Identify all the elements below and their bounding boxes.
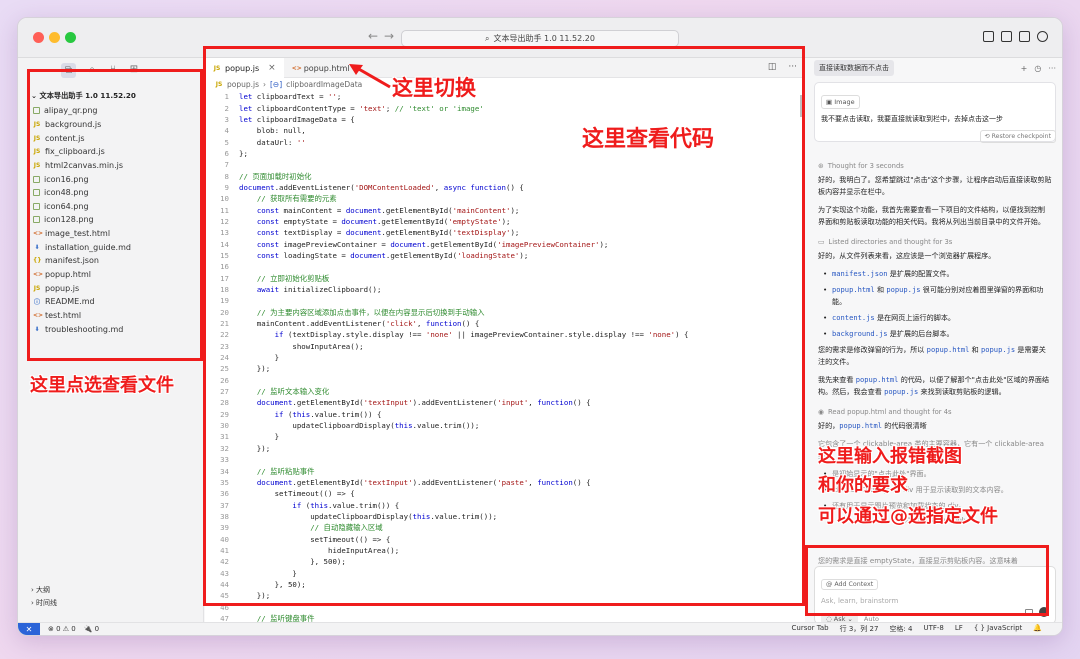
line-ending[interactable]: LF xyxy=(955,624,963,634)
list-item-text: 是扩展的后台脚本。 xyxy=(887,329,954,338)
thought-label: Read popup.html and thought for 4s xyxy=(827,408,952,416)
indentation[interactable]: 空格: 4 xyxy=(889,624,912,634)
forward-arrow-icon[interactable]: → xyxy=(384,29,394,43)
restore-label: Restore checkpoint xyxy=(991,133,1051,140)
bell-icon[interactable]: 🔔 xyxy=(1033,624,1042,634)
list-item: background.js 是扩展的后台脚本。 xyxy=(806,328,1062,344)
thought-indicator[interactable]: ▭ Listed directories and thought for 3s xyxy=(806,234,1062,250)
outline-section[interactable]: › 大纲 xyxy=(18,585,203,598)
status-bar: ✕ ⊗ 0 ⚠ 0 🔌 0 Cursor Tab 行 3，列 27 空格: 4 … xyxy=(18,622,1062,635)
command-search-bar[interactable]: ⌕ 文本导出助手 1.0 11.52.20 xyxy=(401,30,679,47)
annotation-switch: 这里切换 xyxy=(392,76,476,100)
inline-code[interactable]: popup.html xyxy=(927,345,970,354)
thought-label: Listed directories and thought for 3s xyxy=(828,238,953,246)
list-item-text: 是在网页上运行的脚本。 xyxy=(874,313,956,322)
text: 的代码很清晰 xyxy=(882,421,927,430)
inline-code[interactable]: popup.js xyxy=(884,387,918,396)
more-actions-icon[interactable]: ··· xyxy=(1048,64,1056,73)
list-item-text: 和 xyxy=(874,285,887,294)
toggle-sidebar-icon[interactable] xyxy=(983,31,994,42)
annotation-box-editor xyxy=(203,46,805,606)
plus-icon[interactable]: + xyxy=(1021,64,1028,73)
language-mode[interactable]: { } JavaScript xyxy=(974,624,1022,634)
ai-chat-panel: 直接读取数据而不点击 + ◷ ··· ▣ Image 我不要点击读取，我要直接就… xyxy=(806,58,1062,624)
inline-code[interactable]: popup.html xyxy=(832,285,875,294)
text: 和 xyxy=(969,345,981,354)
thought-label: Thought for 3 seconds xyxy=(827,162,904,170)
annotation-box-input xyxy=(805,545,1049,616)
list-item: content.js 是在网页上运行的脚本。 xyxy=(806,312,1062,328)
text: 好的， xyxy=(818,421,840,430)
list-item: manifest.json 是扩展的配置文件。 xyxy=(806,268,1062,284)
thought-indicator[interactable]: ◉ Read popup.html and thought for 4s xyxy=(806,404,1062,420)
image-chip-label: Image xyxy=(834,98,855,106)
annotation-select-file: 这里点选查看文件 xyxy=(30,375,174,396)
timeline-label: 时间线 xyxy=(36,599,58,607)
text: 来找到读取剪贴板的逻辑。 xyxy=(918,387,1006,396)
gear-icon[interactable] xyxy=(1037,31,1048,42)
user-message-text: 我不要点击读取，我要直接就读取到栏中，去掉点击这一步 xyxy=(821,115,1003,123)
outline-label: 大纲 xyxy=(36,586,51,594)
timeline-section[interactable]: › 时间线 xyxy=(18,598,203,611)
eye-icon: ◉ xyxy=(818,408,824,416)
assistant-paragraph: 好的，popup.html 的代码很清晰 xyxy=(806,420,1062,438)
assistant-paragraph: 好的，我明白了。您希望跳过"点击"这个步骤，让程序启动后直接读取剪贴板内容并显示… xyxy=(818,175,1052,196)
assistant-paragraph: 好的，从文件列表来看，这应该是一个浏览器扩展程序。 xyxy=(818,251,996,260)
close-window-button[interactable] xyxy=(33,32,44,43)
image-icon: ▣ xyxy=(826,98,835,106)
inline-code[interactable]: popup.js xyxy=(981,345,1015,354)
list-item-text: 是扩展的配置文件。 xyxy=(887,269,954,278)
cursor-position[interactable]: 行 3，列 27 xyxy=(840,624,879,634)
annotation-input-line3: 可以通过@选指定文件 xyxy=(818,506,998,527)
thought-indicator[interactable]: ⊛ Thought for 3 seconds xyxy=(806,158,1062,174)
annotation-box-files xyxy=(27,69,203,361)
annotation-arrow xyxy=(349,64,391,89)
annotation-view-code: 这里查看代码 xyxy=(582,127,715,152)
assistant-paragraph: 您的需求是修改弹窗的行为，所以 popup.html 和 popup.js 是需… xyxy=(806,344,1062,374)
ports-indicator[interactable]: 🔌 0 xyxy=(84,625,99,633)
problems-indicator[interactable]: ⊗ 0 ⚠ 0 xyxy=(48,625,76,633)
annotation-input-line2: 和你的要求 xyxy=(818,475,908,496)
image-attachment[interactable]: ▣ Image xyxy=(821,95,860,109)
toggle-aux-bar-icon[interactable] xyxy=(1019,31,1030,42)
toggle-panel-icon[interactable] xyxy=(1001,31,1012,42)
folder-icon: ▭ xyxy=(818,238,825,246)
inline-code[interactable]: popup.html xyxy=(856,375,899,384)
search-icon: ⌕ xyxy=(485,33,490,43)
search-text: 文本导出助手 1.0 11.52.20 xyxy=(493,34,595,43)
inline-code[interactable]: popup.html xyxy=(839,421,882,430)
history-icon[interactable]: ◷ xyxy=(1034,64,1041,73)
chat-tab-title[interactable]: 直接读取数据而不点击 xyxy=(814,60,894,76)
inline-code[interactable]: content.js xyxy=(832,313,875,322)
restore-checkpoint-button[interactable]: ⟲ Restore checkpoint xyxy=(979,130,1056,143)
cursor-tab-status[interactable]: Cursor Tab xyxy=(792,624,829,634)
assistant-paragraph: 为了实现这个功能，我首先需要查看一下项目的文件结构，以便找到控制界面和剪贴板读取… xyxy=(818,205,1045,226)
minimize-window-button[interactable] xyxy=(49,32,60,43)
assistant-paragraph: 我先来查看 popup.html 的代码，以便了解那个"点击此处"区域的界面结构… xyxy=(806,374,1062,404)
brain-icon: ⊛ xyxy=(818,162,824,170)
inline-code[interactable]: popup.js xyxy=(886,285,920,294)
text: 您的需求是修改弹窗的行为，所以 xyxy=(818,345,927,354)
status-right: Cursor Tab 行 3，列 27 空格: 4 UTF-8 LF { } J… xyxy=(792,624,1042,634)
encoding[interactable]: UTF-8 xyxy=(923,624,943,634)
remote-indicator[interactable]: ✕ xyxy=(18,622,40,635)
maximize-window-button[interactable] xyxy=(65,32,76,43)
inline-code[interactable]: background.js xyxy=(832,329,888,338)
list-item: popup.html 和 popup.js 很可能分别对应着图里弹窗的界面和功能… xyxy=(806,284,1062,312)
inline-code[interactable]: manifest.json xyxy=(832,269,888,278)
back-arrow-icon[interactable]: ← xyxy=(368,29,378,43)
annotation-input-line1: 这里输入报错截图 xyxy=(818,446,962,467)
text: 我先来查看 xyxy=(818,375,856,384)
